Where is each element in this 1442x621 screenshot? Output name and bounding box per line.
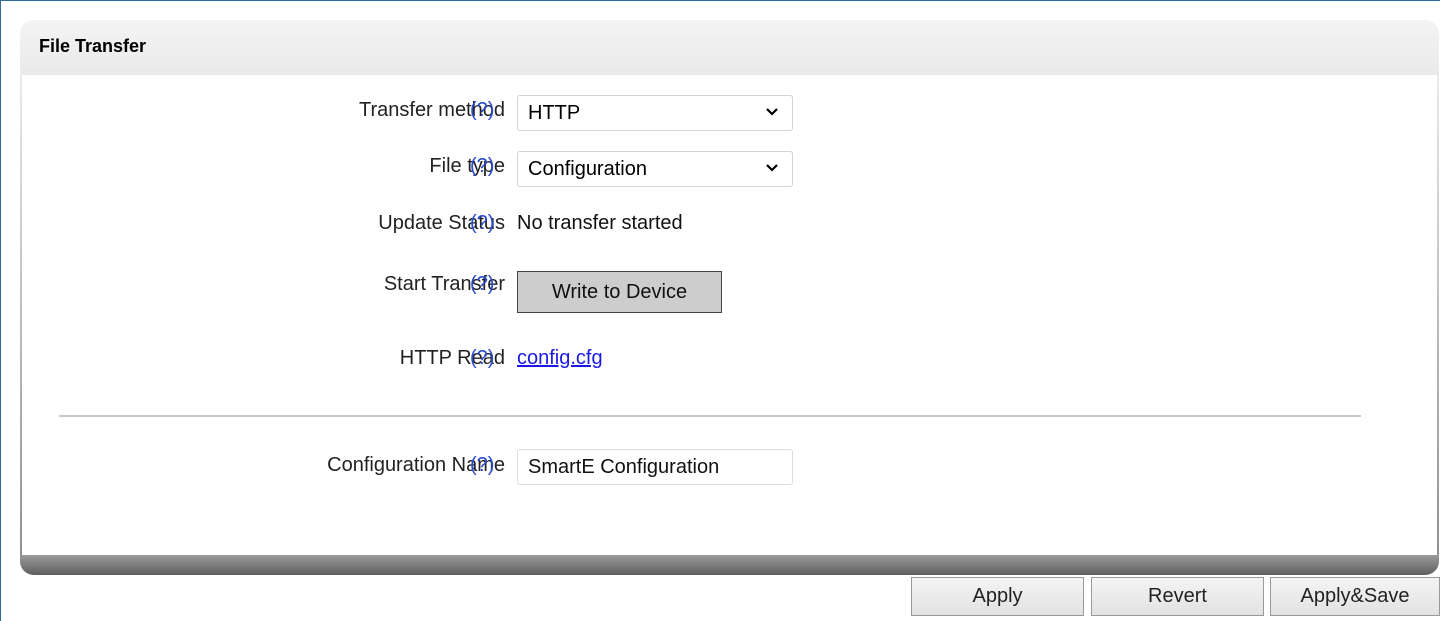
file-type-help-link[interactable]: (?) [470, 155, 494, 178]
chevron-down-icon [766, 164, 778, 172]
http-read-help-link[interactable]: (?) [470, 347, 494, 370]
write-to-device-button[interactable]: Write to Device [517, 271, 722, 313]
panel-title: File Transfer [39, 36, 147, 56]
file-type-row: File type (?) Configuration [22, 149, 1437, 189]
configuration-name-input[interactable]: SmartE Configuration [517, 449, 793, 485]
config-file-link[interactable]: config.cfg [517, 347, 603, 370]
revert-button[interactable]: Revert [1091, 577, 1264, 616]
apply-and-save-button[interactable]: Apply&Save [1270, 577, 1440, 616]
update-status-value: No transfer started [517, 212, 683, 234]
transfer-method-help-link[interactable]: (?) [470, 99, 494, 122]
http-read-row: HTTP Read (?) config.cfg [22, 341, 1437, 381]
file-type-value: Configuration [528, 158, 647, 180]
configuration-name-help-link[interactable]: (?) [470, 454, 494, 477]
panel-footer-bar [20, 555, 1439, 575]
transfer-method-row: Transfer method (?) HTTP [22, 93, 1437, 133]
section-divider [59, 415, 1361, 417]
configuration-name-row: Configuration Name (?) SmartE Configurat… [22, 448, 1437, 488]
transfer-method-select[interactable]: HTTP [517, 95, 793, 131]
transfer-method-value: HTTP [528, 102, 581, 124]
apply-button[interactable]: Apply [911, 577, 1084, 616]
update-status-row: Update Status (?) No transfer started [22, 206, 1437, 246]
chevron-down-icon [766, 108, 778, 116]
start-transfer-help-link[interactable]: (?) [470, 273, 494, 296]
start-transfer-row: Start Transfer (?) Write to Device [22, 271, 1437, 313]
file-transfer-panel: File Transfer Transfer method (?) HTTP F… [20, 20, 1439, 575]
panel-body: Transfer method (?) HTTP File type (?) C… [22, 75, 1437, 555]
update-status-help-link[interactable]: (?) [470, 212, 494, 235]
file-type-select[interactable]: Configuration [517, 151, 793, 187]
